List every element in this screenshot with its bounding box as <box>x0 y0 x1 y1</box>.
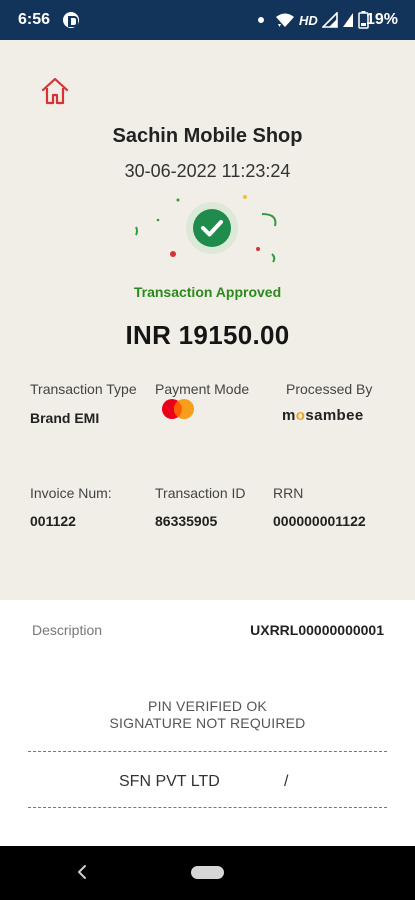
description-value: UXRRL00000000001 <box>250 622 384 638</box>
transaction-type-label: Transaction Type <box>30 381 137 397</box>
invoice-value: 001122 <box>30 513 76 529</box>
back-icon[interactable] <box>76 864 88 880</box>
mastercard-icon <box>162 399 194 419</box>
transaction-status: Transaction Approved <box>133 284 282 300</box>
network-type: HD <box>299 12 318 28</box>
payment-mode-label: Payment Mode <box>155 381 250 397</box>
description-label: Description <box>32 622 103 638</box>
mosambee-logo: mosambee <box>282 407 364 424</box>
app-notification-icon <box>63 12 79 28</box>
pin-status: PIN VERIFIED OK <box>148 698 267 714</box>
home-icon[interactable] <box>40 76 70 106</box>
home-gesture-pill[interactable] <box>191 866 224 879</box>
transaction-id-value: 86335905 <box>155 513 218 529</box>
divider <box>28 751 387 752</box>
company-name: SFN PVT LTD <box>119 773 220 790</box>
transaction-type-value: Brand EMI <box>30 410 100 426</box>
notification-dot-icon <box>258 17 264 23</box>
processed-by-label: Processed By <box>286 381 373 397</box>
transaction-datetime: 30-06-2022 11:23:24 <box>124 161 291 181</box>
status-bar: 6:56 HD 19% <box>0 0 415 40</box>
status-icons: HD <box>275 10 369 30</box>
invoice-label: Invoice Num: <box>30 485 112 501</box>
check-circle-icon <box>186 202 238 254</box>
signature-status: SIGNATURE NOT REQUIRED <box>109 715 306 731</box>
transaction-id-label: Transaction ID <box>155 485 246 501</box>
wifi-icon <box>276 13 294 27</box>
status-time: 6:56 <box>18 11 51 28</box>
merchant-name: Sachin Mobile Shop <box>112 125 303 147</box>
signal-icon <box>321 12 338 28</box>
divider <box>28 807 387 808</box>
battery-percent: 19% <box>366 11 399 28</box>
signal-2-icon <box>342 13 353 27</box>
rrn-value: 000000001122 <box>273 513 366 529</box>
transaction-amount: INR 19150.00 <box>125 320 290 350</box>
receipt-torn-edge <box>0 570 415 598</box>
company-suffix: / <box>284 773 289 790</box>
rrn-label: RRN <box>273 485 304 501</box>
